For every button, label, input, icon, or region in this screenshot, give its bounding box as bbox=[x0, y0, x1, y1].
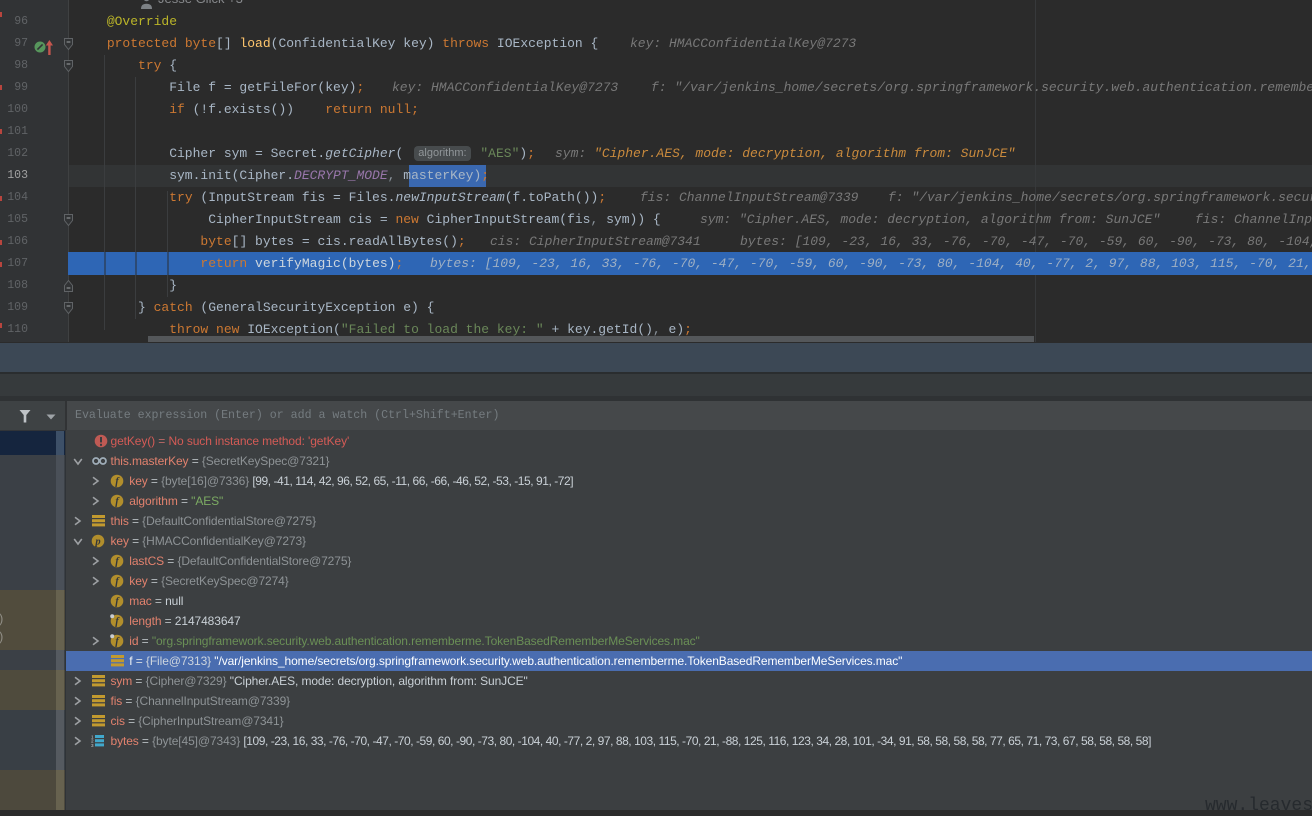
svg-text:3: 3 bbox=[91, 743, 94, 747]
svg-text:p: p bbox=[94, 537, 100, 548]
